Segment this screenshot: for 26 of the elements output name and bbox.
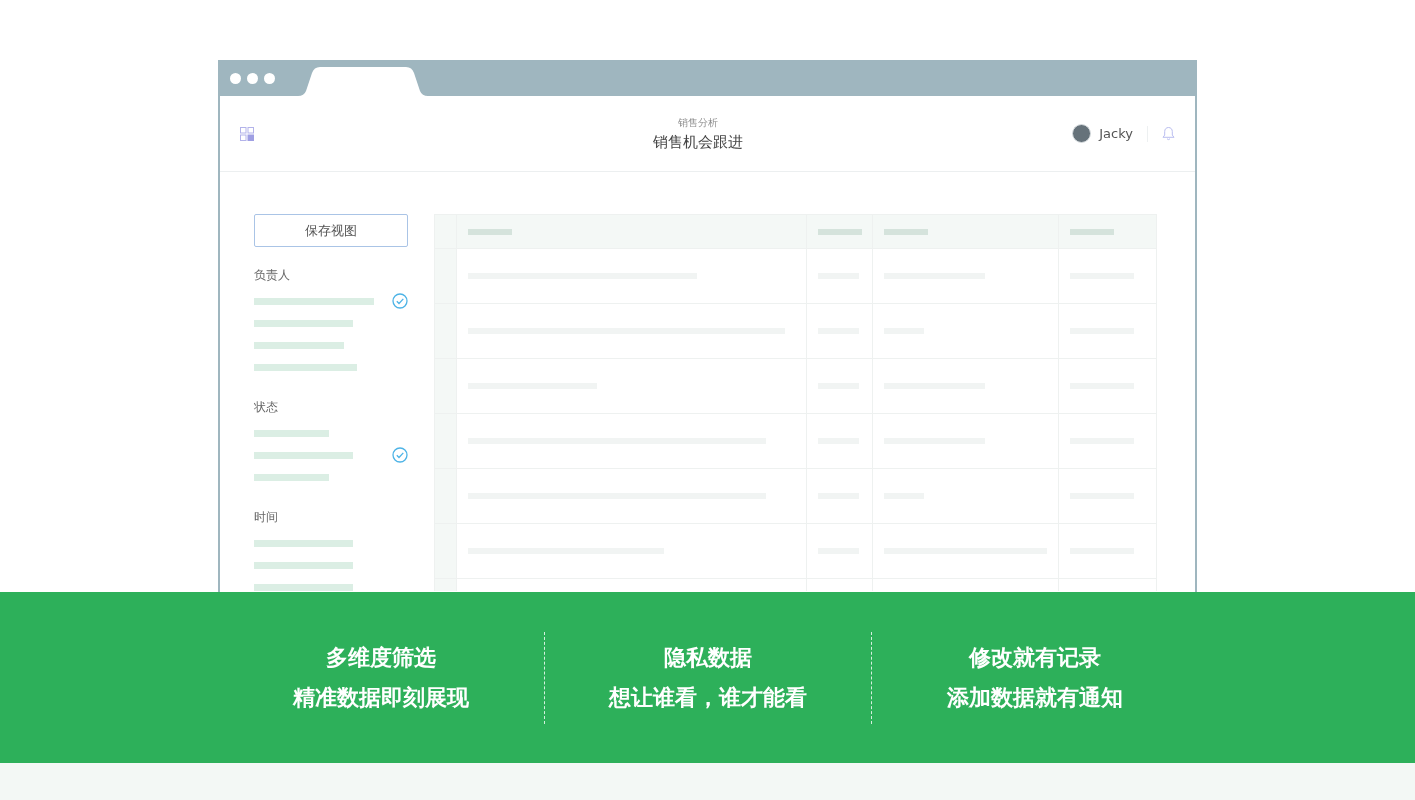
apps-icon[interactable]	[240, 126, 254, 141]
window-dot-icon[interactable]	[230, 72, 241, 84]
window-dot-icon[interactable]	[247, 72, 258, 84]
bell-icon[interactable]	[1162, 126, 1175, 141]
page-title: 销售机会跟进	[653, 132, 744, 152]
save-view-button[interactable]: 保存视图	[254, 214, 408, 247]
filter-label: 时间	[254, 509, 279, 526]
filter-label: 负责人	[254, 267, 291, 284]
filter-label: 状态	[254, 399, 279, 416]
feature-title: 隐私数据	[663, 643, 752, 672]
feature-title: 修改就有记录	[968, 643, 1101, 672]
filter-option[interactable]	[254, 293, 408, 309]
window-dot-icon[interactable]	[264, 72, 275, 84]
filter-option[interactable]	[254, 447, 408, 463]
feature-subtitle: 添加数据就有通知	[946, 683, 1123, 712]
feature-title: 多维度筛选	[325, 643, 436, 672]
feature-subtitle: 想让谁看，谁才能看	[608, 683, 807, 712]
feature-subtitle: 精准数据即刻展现	[292, 683, 469, 712]
browser-tab[interactable]	[298, 67, 428, 96]
placeholder-bar	[1070, 228, 1115, 235]
placeholder-bar	[817, 228, 862, 235]
section-title: 销售分析	[678, 115, 719, 130]
user-name[interactable]: Jacky	[1099, 126, 1133, 141]
avatar-icon[interactable]	[1072, 124, 1092, 143]
placeholder-bar	[883, 228, 928, 235]
placeholder-bar	[467, 228, 512, 235]
